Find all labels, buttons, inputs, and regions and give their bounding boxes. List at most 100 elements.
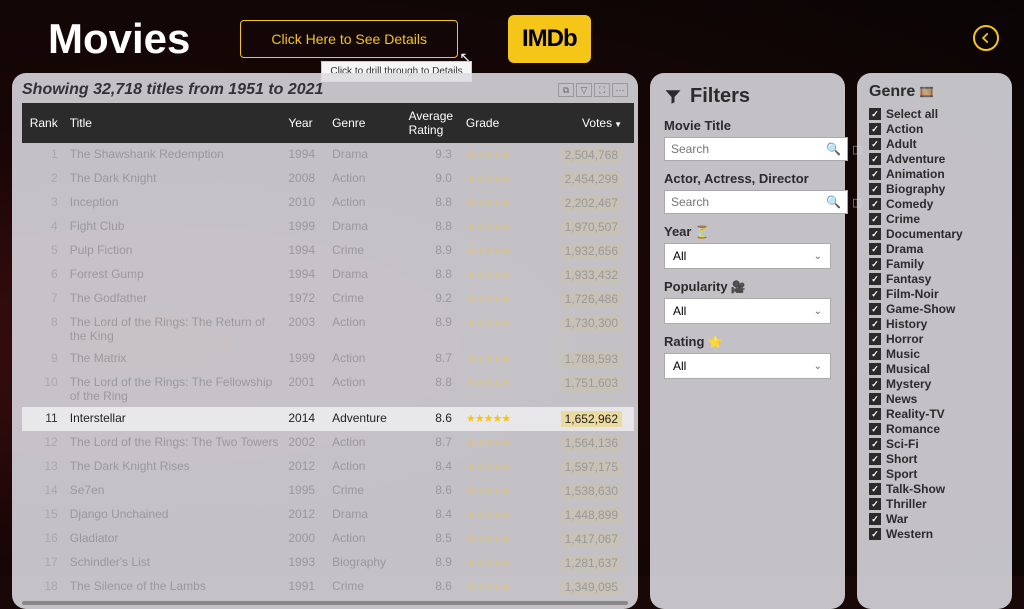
- genre-checkbox-reality-tv[interactable]: Reality-TV: [869, 407, 1006, 421]
- table-row[interactable]: 8The Lord of the Rings: The Return of th…: [22, 311, 634, 347]
- popularity-dropdown[interactable]: All⌄: [664, 298, 831, 324]
- table-row[interactable]: 5Pulp Fiction1994Crime8.9★★★★★1,932,656: [22, 239, 634, 263]
- stars-icon: ★★★★★: [466, 269, 510, 281]
- cell-grade: ★★★★★: [462, 371, 549, 407]
- table-row[interactable]: 6Forrest Gump1994Drama8.8★★★★★1,933,432: [22, 263, 634, 287]
- chevron-down-icon: ⌄: [814, 251, 822, 262]
- cell-grade: ★★★★★: [462, 287, 549, 311]
- search-icon: 🔍: [826, 142, 841, 156]
- genre-checkbox-horror[interactable]: Horror: [869, 332, 1006, 346]
- person-search[interactable]: 🔍: [664, 190, 848, 214]
- genre-label: Animation: [886, 167, 945, 181]
- cell-genre: Drama: [328, 263, 405, 287]
- movie-title-input[interactable]: [671, 142, 826, 156]
- year-dropdown[interactable]: All⌄: [664, 243, 831, 269]
- cell-rank: 7: [22, 287, 66, 311]
- genre-checkbox-western[interactable]: Western: [869, 527, 1006, 541]
- genre-checkbox-history[interactable]: History: [869, 317, 1006, 331]
- back-button[interactable]: [973, 25, 999, 51]
- cell-grade: ★★★★★: [462, 479, 549, 503]
- col-year[interactable]: Year: [284, 103, 328, 143]
- table-row[interactable]: 3Inception2010Action8.8★★★★★2,202,467: [22, 191, 634, 215]
- horizontal-scrollbar[interactable]: [22, 601, 628, 605]
- genre-checkbox-action[interactable]: Action: [869, 122, 1006, 136]
- col-votes[interactable]: Votes▼: [549, 103, 634, 143]
- genre-label: Talk-Show: [886, 482, 945, 496]
- person-input[interactable]: [671, 195, 826, 209]
- table-row[interactable]: 12The Lord of the Rings: The Two Towers2…: [22, 431, 634, 455]
- table-row[interactable]: 13The Dark Knight Rises2012Action8.4★★★★…: [22, 455, 634, 479]
- col-title[interactable]: Title: [66, 103, 285, 143]
- table-row[interactable]: 9The Matrix1999Action8.7★★★★★1,788,593: [22, 347, 634, 371]
- genre-checkbox-select-all[interactable]: Select all: [869, 107, 1006, 121]
- table-row[interactable]: 17Schindler's List1993Biography8.9★★★★★1…: [22, 551, 634, 575]
- genre-checkbox-adult[interactable]: Adult: [869, 137, 1006, 151]
- stars-icon: ★★★★★: [466, 221, 510, 233]
- col-rank[interactable]: Rank: [22, 103, 66, 143]
- genre-checkbox-war[interactable]: War: [869, 512, 1006, 526]
- genre-checkbox-animation[interactable]: Animation: [869, 167, 1006, 181]
- camera-icon: 🎥: [731, 280, 746, 294]
- genre-checkbox-drama[interactable]: Drama: [869, 242, 1006, 256]
- filter-icon[interactable]: ▽: [576, 83, 592, 97]
- genre-checkbox-crime[interactable]: Crime: [869, 212, 1006, 226]
- movie-title-search[interactable]: 🔍: [664, 137, 848, 161]
- more-icon[interactable]: ⋯: [612, 83, 628, 97]
- cell-grade: ★★★★★: [462, 551, 549, 575]
- table-row[interactable]: 16Gladiator2000Action8.5★★★★★1,417,067: [22, 527, 634, 551]
- cell-grade: ★★★★★: [462, 191, 549, 215]
- checkbox-icon: [869, 378, 881, 390]
- year-label: Year⏳: [664, 224, 831, 239]
- table-row[interactable]: 10The Lord of the Rings: The Fellowship …: [22, 371, 634, 407]
- cell-rating: 8.6: [405, 575, 462, 599]
- genre-checkbox-fantasy[interactable]: Fantasy: [869, 272, 1006, 286]
- genre-checkbox-documentary[interactable]: Documentary: [869, 227, 1006, 241]
- genre-label: Fantasy: [886, 272, 931, 286]
- see-details-button[interactable]: Click Here to See Details ↖ Click to dri…: [240, 20, 458, 58]
- genre-checkbox-short[interactable]: Short: [869, 452, 1006, 466]
- chevron-down-icon: ⌄: [814, 361, 822, 372]
- showing-summary: Showing 32,718 titles from 1951 to 2021: [22, 81, 323, 99]
- col-genre[interactable]: Genre: [328, 103, 405, 143]
- table-row[interactable]: 14Se7en1995Crime8.6★★★★★1,538,630: [22, 479, 634, 503]
- genre-checkbox-comedy[interactable]: Comedy: [869, 197, 1006, 211]
- cell-genre: Action: [328, 347, 405, 371]
- genre-checkbox-mystery[interactable]: Mystery: [869, 377, 1006, 391]
- genre-checkbox-sci-fi[interactable]: Sci-Fi: [869, 437, 1006, 451]
- table-row[interactable]: 18The Silence of the Lambs1991Crime8.6★★…: [22, 575, 634, 599]
- checkbox-icon: [869, 243, 881, 255]
- table-row[interactable]: 7The Godfather1972Crime9.2★★★★★1,726,486: [22, 287, 634, 311]
- genre-checkbox-music[interactable]: Music: [869, 347, 1006, 361]
- col-rating[interactable]: Average Rating: [405, 103, 462, 143]
- rating-dropdown[interactable]: All⌄: [664, 353, 831, 379]
- genre-checkbox-film-noir[interactable]: Film-Noir: [869, 287, 1006, 301]
- col-grade[interactable]: Grade: [462, 103, 549, 143]
- genre-label: Biography: [886, 182, 945, 196]
- genre-label: Crime: [886, 212, 920, 226]
- cell-rating: 8.8: [405, 263, 462, 287]
- table-row[interactable]: 15Django Unchained2012Drama8.4★★★★★1,448…: [22, 503, 634, 527]
- expand-icon[interactable]: ⛶: [594, 83, 610, 97]
- genre-checkbox-musical[interactable]: Musical: [869, 362, 1006, 376]
- genre-checkbox-family[interactable]: Family: [869, 257, 1006, 271]
- page-title: Movies: [48, 15, 190, 63]
- genre-checkbox-sport[interactable]: Sport: [869, 467, 1006, 481]
- stars-icon: ★★★★★: [466, 317, 510, 329]
- cell-grade: ★★★★★: [462, 143, 549, 167]
- table-row[interactable]: 1The Shawshank Redemption1994Drama9.3★★★…: [22, 143, 634, 167]
- genre-checkbox-romance[interactable]: Romance: [869, 422, 1006, 436]
- copy-icon[interactable]: ⧉: [558, 83, 574, 97]
- table-row[interactable]: 4Fight Club1999Drama8.8★★★★★1,970,507: [22, 215, 634, 239]
- genre-checkbox-talk-show[interactable]: Talk-Show: [869, 482, 1006, 496]
- table-row[interactable]: 2The Dark Knight2008Action9.0★★★★★2,454,…: [22, 167, 634, 191]
- genre-checkbox-adventure[interactable]: Adventure: [869, 152, 1006, 166]
- genre-checkbox-game-show[interactable]: Game-Show: [869, 302, 1006, 316]
- genre-checkbox-news[interactable]: News: [869, 392, 1006, 406]
- genre-checkbox-biography[interactable]: Biography: [869, 182, 1006, 196]
- genre-label: News: [886, 392, 917, 406]
- genre-checkbox-thriller[interactable]: Thriller: [869, 497, 1006, 511]
- cell-year: 2012: [284, 455, 328, 479]
- table-row[interactable]: 11Interstellar2014Adventure8.6★★★★★1,652…: [22, 407, 634, 431]
- cell-grade: ★★★★★: [462, 527, 549, 551]
- genre-label: War: [886, 512, 908, 526]
